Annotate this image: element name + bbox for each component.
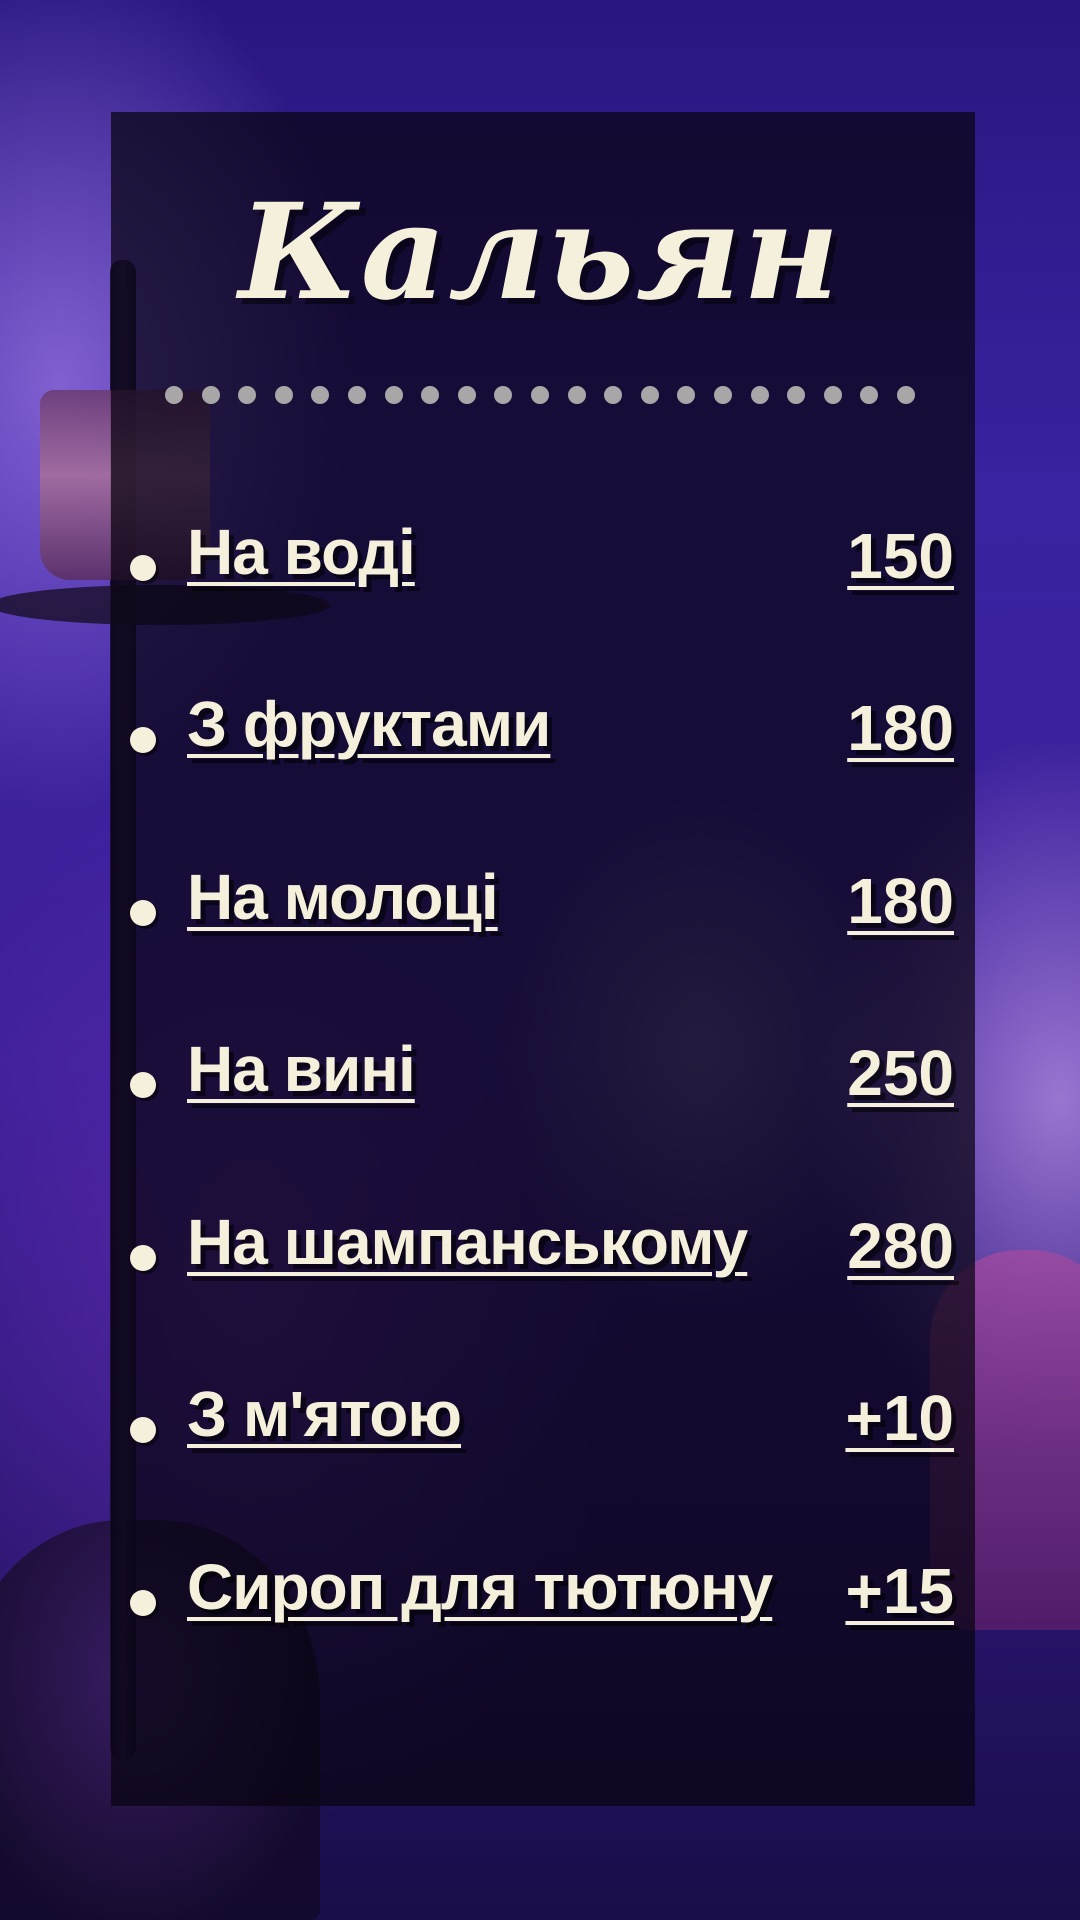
menu-item-price[interactable]: 180 (847, 864, 954, 938)
bullet-icon (130, 1245, 156, 1271)
menu-item[interactable]: З фруктами 180 (130, 687, 954, 777)
menu-item-name[interactable]: З м'ятою (187, 1377, 462, 1451)
menu-item-price[interactable]: 250 (847, 1036, 954, 1110)
menu-item[interactable]: На молоці 180 (130, 860, 954, 950)
bullet-icon (130, 1417, 156, 1443)
menu-list: На воді 150 З фруктами 180 На молоці 180… (0, 0, 1080, 1920)
menu-item-price[interactable]: 280 (847, 1209, 954, 1283)
menu-item-price[interactable]: +10 (845, 1381, 954, 1455)
bullet-icon (130, 727, 156, 753)
menu-item[interactable]: На вині 250 (130, 1032, 954, 1122)
menu-item-name[interactable]: На вині (187, 1032, 416, 1106)
menu-item-name[interactable]: Сироп для тютюну (187, 1550, 773, 1624)
menu-item-price[interactable]: 180 (847, 691, 954, 765)
menu-item-name[interactable]: З фруктами (187, 687, 551, 761)
menu-item-price[interactable]: 150 (847, 519, 954, 593)
menu-item[interactable]: На шампанському 280 (130, 1205, 954, 1295)
bullet-icon (130, 1072, 156, 1098)
bullet-icon (130, 1590, 156, 1616)
menu-item[interactable]: На воді 150 (130, 515, 954, 605)
menu-item-price[interactable]: +15 (845, 1554, 954, 1628)
menu-item-name[interactable]: На шампанському (187, 1205, 748, 1279)
bullet-icon (130, 555, 156, 581)
menu-item[interactable]: Сироп для тютюну +15 (130, 1550, 954, 1640)
menu-item-name[interactable]: На молоці (187, 860, 499, 934)
bullet-icon (130, 900, 156, 926)
menu-page: Кальян На воді 150 З фруктами 180 На мол… (0, 0, 1080, 1920)
menu-item-name[interactable]: На воді (187, 515, 416, 589)
menu-item[interactable]: З м'ятою +10 (130, 1377, 954, 1467)
